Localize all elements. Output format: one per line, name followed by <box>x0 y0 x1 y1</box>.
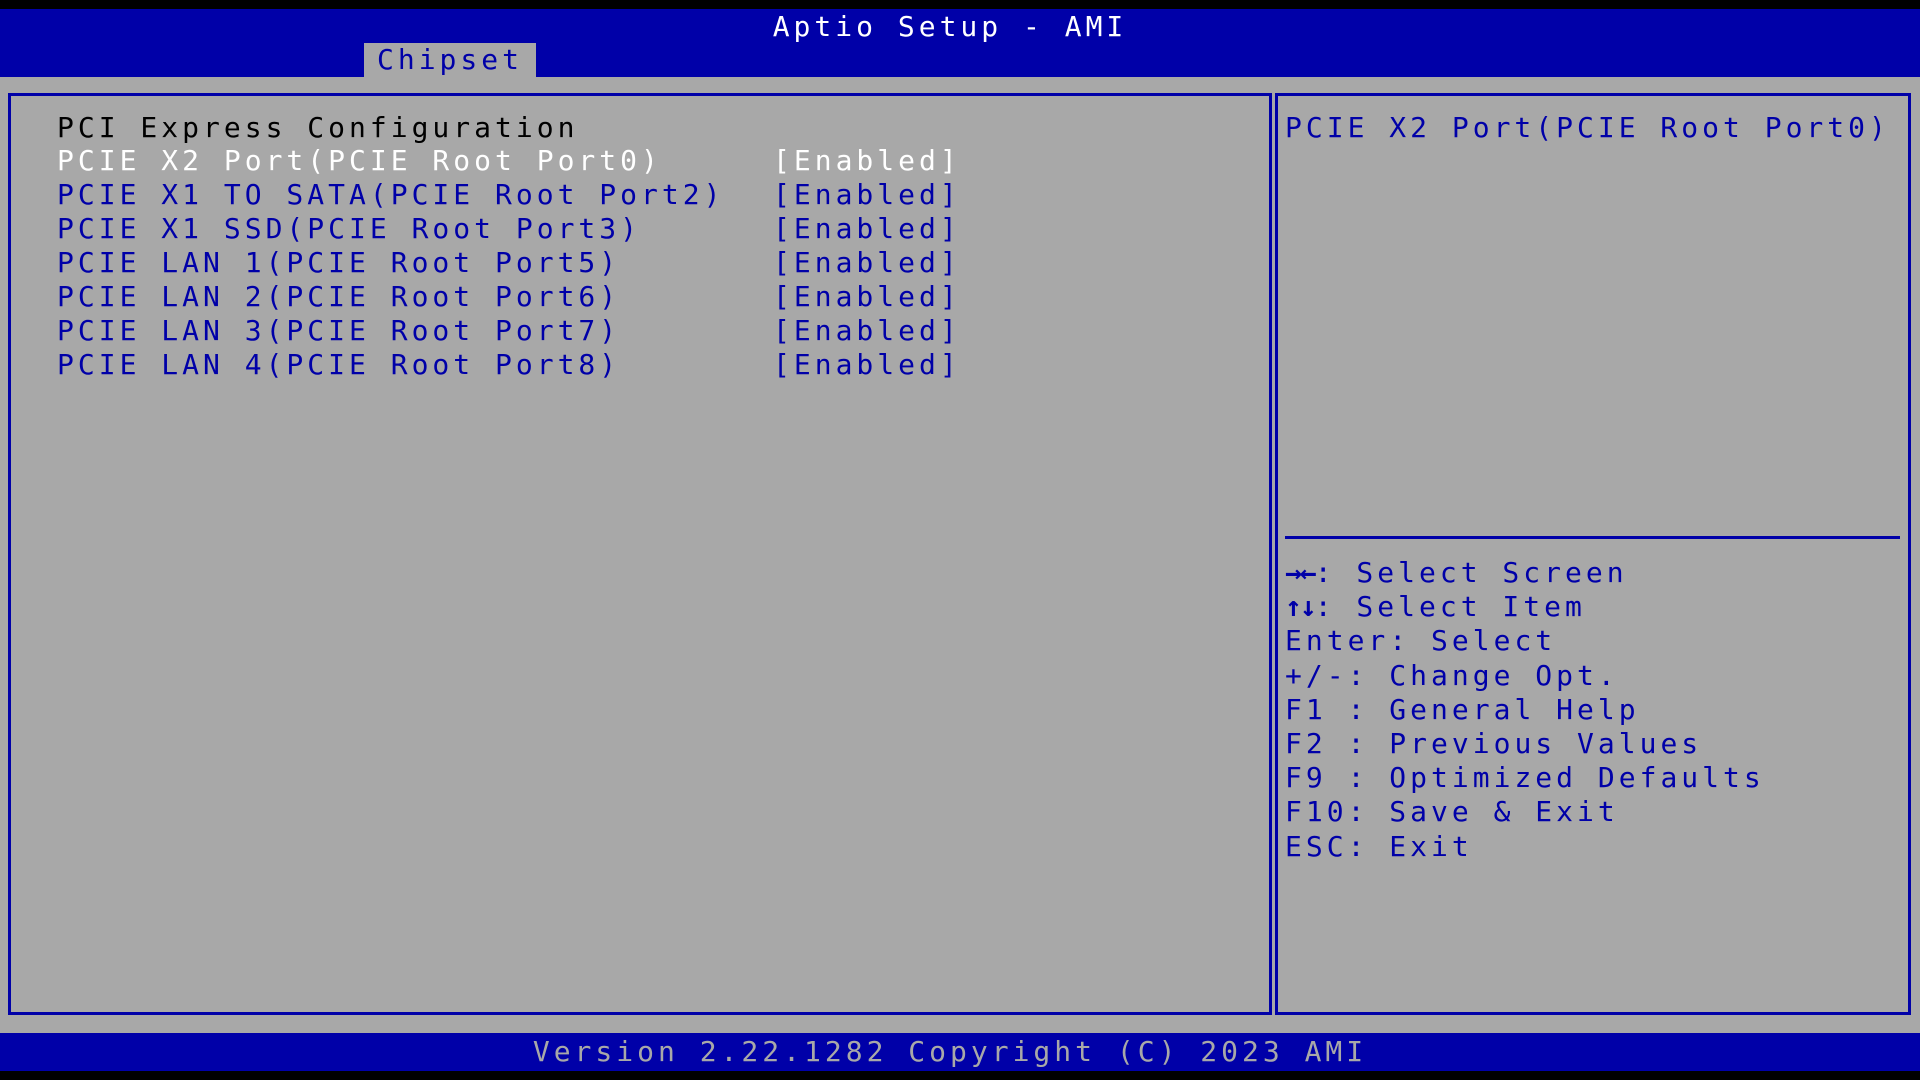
setting-value[interactable]: [Enabled] <box>773 144 961 178</box>
setting-label: PCIE X2 Port(PCIE Root Port0) <box>57 144 662 177</box>
key-name: Enter <box>1285 624 1390 658</box>
setting-label: PCIE LAN 4(PCIE Root Port8) <box>57 348 621 381</box>
setting-label: PCIE LAN 1(PCIE Root Port5) <box>57 246 621 279</box>
setting-pcie-x1-to-sata-port2[interactable]: PCIE X1 TO SATA(PCIE Root Port2) [Enable… <box>57 178 1257 212</box>
key-name: F10 <box>1285 795 1348 829</box>
version-copyright: Version 2.22.1282 Copyright (C) 2023 AMI <box>532 1035 1368 1068</box>
tab-chipset[interactable]: Chipset <box>364 43 536 77</box>
key-legend-item: +/-: Change Opt. <box>1285 659 1765 693</box>
setting-value[interactable]: [Enabled] <box>773 348 961 382</box>
key-legend-item: ESC: Exit <box>1285 830 1765 864</box>
key-desc: : Exit <box>1347 829 1473 863</box>
help-panel <box>1275 93 1911 1015</box>
setting-pcie-lan3-port7[interactable]: PCIE LAN 3(PCIE Root Port7) [Enabled] <box>57 314 1257 348</box>
setting-label: PCIE X1 TO SATA(PCIE Root Port2) <box>57 178 725 211</box>
help-divider <box>1285 536 1900 539</box>
key-desc: : Select <box>1389 624 1557 658</box>
key-desc: : Select Item <box>1314 590 1586 624</box>
key-desc: : Previous Values <box>1347 726 1703 760</box>
setting-pcie-lan1-port5[interactable]: PCIE LAN 1(PCIE Root Port5) [Enabled] <box>57 246 1257 280</box>
key-legend-item: F1 : General Help <box>1285 693 1765 727</box>
section-title: PCI Express Configuration <box>57 111 579 144</box>
setting-label: PCIE LAN 3(PCIE Root Port7) <box>57 314 621 347</box>
setting-pcie-lan2-port6[interactable]: PCIE LAN 2(PCIE Root Port6) [Enabled] <box>57 280 1257 314</box>
key-name: F1 <box>1285 692 1348 726</box>
setting-label: PCIE X1 SSD(PCIE Root Port3) <box>57 212 642 245</box>
top-border <box>0 0 1920 9</box>
key-legend-item: F2 : Previous Values <box>1285 727 1765 761</box>
setting-pcie-x2-port0[interactable]: PCIE X2 Port(PCIE Root Port0) [Enabled] <box>57 144 1257 178</box>
key-name: F9 <box>1285 761 1348 795</box>
app-title: Aptio Setup - AMI <box>772 10 1128 43</box>
item-help-text: PCIE X2 Port(PCIE Root Port0) <box>1285 111 1890 144</box>
setting-value[interactable]: [Enabled] <box>773 314 961 348</box>
key-desc: : Change Opt. <box>1347 658 1619 692</box>
key-desc: : General Help <box>1347 692 1640 726</box>
key-legend-item: Enter: Select <box>1285 624 1765 658</box>
up-down-arrows-icon: ↑↓ <box>1285 590 1317 624</box>
setting-pcie-x1-ssd-port3[interactable]: PCIE X1 SSD(PCIE Root Port3) [Enabled] <box>57 212 1257 246</box>
key-name: ESC <box>1285 829 1348 863</box>
setting-label: PCIE LAN 2(PCIE Root Port6) <box>57 280 621 313</box>
key-legend-item: F9 : Optimized Defaults <box>1285 761 1765 795</box>
key-name: +/- <box>1285 658 1348 692</box>
setting-value[interactable]: [Enabled] <box>773 246 961 280</box>
key-legend-item: F10: Save & Exit <box>1285 795 1765 829</box>
key-desc: : Optimized Defaults <box>1347 761 1765 795</box>
setting-value[interactable]: [Enabled] <box>773 212 961 246</box>
left-right-arrows-icon: →← <box>1285 556 1317 589</box>
setting-pcie-lan4-port8[interactable]: PCIE LAN 4(PCIE Root Port8) [Enabled] <box>57 348 1257 382</box>
bottom-border <box>0 1071 1920 1080</box>
key-legend: →←: Select Screen ↑↓: Select Item Enter:… <box>1285 556 1765 864</box>
key-legend-item: ↑↓: Select Item <box>1285 590 1765 624</box>
key-desc: : Select Screen <box>1314 556 1628 589</box>
key-desc: : Save & Exit <box>1347 795 1619 829</box>
key-name: F2 <box>1285 726 1348 760</box>
setting-value[interactable]: [Enabled] <box>773 280 961 314</box>
setting-value[interactable]: [Enabled] <box>773 178 961 212</box>
key-legend-item: →←: Select Screen <box>1285 556 1765 590</box>
